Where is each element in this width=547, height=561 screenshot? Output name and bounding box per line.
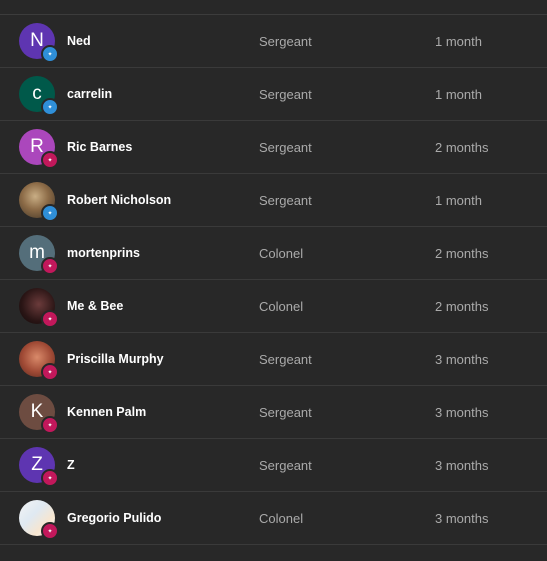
member-rank: Colonel (259, 298, 304, 314)
membership-badge-icon: ✦ (41, 151, 59, 169)
member-rank: Sergeant (259, 351, 312, 367)
member-name[interactable]: Robert Nicholson (67, 174, 171, 226)
member-row[interactable]: ✦ Me & Bee Colonel 2 months (0, 280, 547, 333)
avatar[interactable]: N ✦ (19, 23, 59, 63)
member-row[interactable]: ✦ Gregorio Pulido Colonel 3 months (0, 492, 547, 545)
member-tenure: 3 months (435, 351, 489, 367)
member-tenure: 1 month (435, 86, 482, 102)
member-rank: Colonel (259, 510, 304, 526)
member-rank: Sergeant (259, 457, 312, 473)
member-name[interactable]: Priscilla Murphy (67, 333, 164, 385)
member-rank: Sergeant (259, 33, 312, 49)
membership-badge-icon: ✦ (41, 469, 59, 487)
member-rank: Sergeant (259, 404, 312, 420)
avatar[interactable]: Z ✦ (19, 447, 59, 487)
member-name[interactable]: Me & Bee (67, 280, 123, 332)
member-row[interactable]: K ✦ Kennen Palm Sergeant 3 months (0, 386, 547, 439)
member-name[interactable]: carrelin (67, 68, 112, 120)
member-row[interactable]: m ✦ mortenprins Colonel 2 months (0, 227, 547, 280)
member-tenure: 1 month (435, 192, 482, 208)
member-tenure: 3 months (435, 510, 489, 526)
member-row[interactable]: ✦ Robert Nicholson Sergeant 1 month (0, 174, 547, 227)
avatar-photo[interactable]: ✦ (19, 341, 59, 381)
member-row[interactable]: c ✦ carrelin Sergeant 1 month (0, 68, 547, 121)
membership-badge-icon: ✦ (41, 98, 59, 116)
avatar-photo[interactable]: ✦ (19, 288, 59, 328)
avatar-initial: Z (31, 454, 43, 475)
member-name[interactable]: Kennen Palm (67, 386, 146, 438)
membership-badge-icon: ✦ (41, 363, 59, 381)
member-rank: Sergeant (259, 139, 312, 155)
member-rank: Colonel (259, 245, 304, 261)
member-row[interactable]: N ✦ Ned Sergeant 1 month (0, 15, 547, 68)
membership-badge-icon: ✦ (41, 257, 59, 275)
membership-badge-icon: ✦ (41, 522, 59, 540)
member-name[interactable]: Z (67, 439, 75, 491)
avatar[interactable]: c ✦ (19, 76, 59, 116)
member-row[interactable]: ✦ Priscilla Murphy Sergeant 3 months (0, 333, 547, 386)
membership-badge-icon: ✦ (41, 416, 59, 434)
member-list: N ✦ Ned Sergeant 1 month c ✦ carrelin Serg… (0, 14, 547, 561)
membership-badge-icon: ✦ (41, 45, 59, 63)
member-row[interactable]: Z ✦ Z Sergeant 3 months (0, 439, 547, 492)
avatar[interactable]: m ✦ (19, 235, 59, 275)
member-tenure: 2 months (435, 298, 489, 314)
member-tenure: 1 month (435, 33, 482, 49)
member-name[interactable]: Gregorio Pulido (67, 492, 161, 544)
membership-badge-icon: ✦ (41, 310, 59, 328)
member-tenure: 3 months (435, 404, 489, 420)
member-name[interactable]: Ned (67, 15, 91, 67)
member-tenure: 2 months (435, 139, 489, 155)
member-rank: Sergeant (259, 86, 312, 102)
membership-badge-icon: ✦ (41, 204, 59, 222)
avatar-photo[interactable]: ✦ (19, 500, 59, 540)
member-rank: Sergeant (259, 192, 312, 208)
avatar-initial: c (32, 83, 42, 104)
member-tenure: 3 months (435, 457, 489, 473)
avatar[interactable]: R ✦ (19, 129, 59, 169)
member-name[interactable]: Ric Barnes (67, 121, 132, 173)
member-row[interactable]: R ✦ Ric Barnes Sergeant 2 months (0, 121, 547, 174)
member-name[interactable]: mortenprins (67, 227, 140, 279)
avatar-photo[interactable]: ✦ (19, 182, 59, 222)
avatar[interactable]: K ✦ (19, 394, 59, 434)
member-tenure: 2 months (435, 245, 489, 261)
